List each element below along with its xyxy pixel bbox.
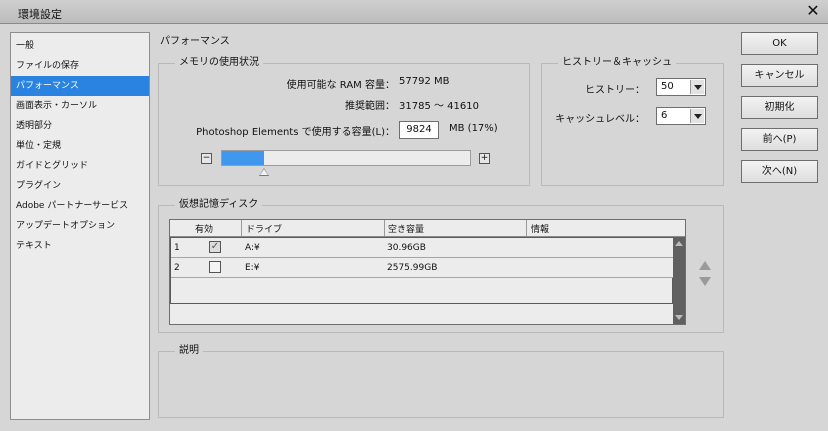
available-ram-value: 57792 MB [399,76,450,87]
table-row[interactable]: 2 E:¥ 2575.99GB [171,258,674,278]
ok-button[interactable]: OK [741,32,818,55]
column-header-info[interactable]: 情報 [531,222,549,235]
sidebar-item-transparency[interactable]: 透明部分 [11,116,149,136]
scroll-up-icon[interactable] [675,241,683,246]
sidebar-item-saving-files[interactable]: ファイルの保存 [11,56,149,76]
cache-levels-select[interactable]: 6 [656,107,706,125]
memory-usage-group: メモリの使用状況 使用可能な RAM 容量： 57792 MB 推奨範囲： 31… [158,57,530,186]
column-header-enabled[interactable]: 有効 [195,222,213,235]
next-button[interactable]: 次へ(N) [741,160,818,183]
chevron-down-icon[interactable] [690,80,704,94]
memory-usage-unit: MB (17%) [449,123,498,134]
available-ram-label: 使用可能な RAM 容量： [286,80,395,91]
cancel-button[interactable]: キャンセル [741,64,818,87]
history-cache-legend: ヒストリー＆キャッシュ [558,57,676,69]
enabled-checkbox[interactable] [209,261,221,273]
table-header: 有効 ドライブ 空き容量 情報 [170,220,685,237]
sidebar-item-general[interactable]: 一般 [11,36,149,56]
memory-slider-track[interactable] [221,150,471,166]
scroll-down-icon[interactable] [675,315,683,320]
history-states-value: 50 [661,81,674,92]
move-down-icon[interactable] [699,277,711,286]
cache-levels-label: キャッシュレベル： [555,114,645,125]
drive-cell: E:¥ [245,263,260,273]
row-number: 1 [174,243,180,253]
table-row[interactable]: 1 ✓ A:¥ 30.96GB [171,238,674,258]
ideal-range-label: 推奨範囲： [345,101,395,112]
sidebar-item-adobe-partner-services[interactable]: Adobe パートナーサービス [11,196,149,216]
memory-slider-handle[interactable] [259,168,269,176]
memory-usage-input[interactable]: 9824 [399,121,439,139]
sidebar-item-type[interactable]: テキスト [11,236,149,256]
sidebar-item-update-options[interactable]: アップデートオプション [11,216,149,236]
column-header-free-space[interactable]: 空き容量 [388,222,424,235]
sidebar-item-units-rulers[interactable]: 単位・定規 [11,136,149,156]
close-icon[interactable]: ✕ [804,2,822,20]
section-title: パフォーマンス [160,36,230,47]
memory-increase-button[interactable]: + [479,153,490,164]
free-space-cell: 30.96GB [387,243,426,253]
scratch-disks-legend: 仮想記憶ディスク [175,199,263,211]
memory-decrease-button[interactable]: − [201,153,212,164]
memory-usage-label: Photoshop Elements で使用する容量(L)： [196,127,395,138]
table-body: 1 ✓ A:¥ 30.96GB 2 E:¥ 2575.99GB [170,237,674,304]
sidebar-item-performance[interactable]: パフォーマンス [11,76,149,96]
enabled-checkbox[interactable]: ✓ [209,241,221,253]
memory-usage-legend: メモリの使用状況 [175,57,263,69]
free-space-cell: 2575.99GB [387,263,438,273]
sidebar-item-display-cursors[interactable]: 画面表示・カーソル [11,96,149,116]
scratch-disks-table: 有効 ドライブ 空き容量 情報 1 ✓ A:¥ 30.96GB 2 E:¥ 25… [169,219,686,325]
drive-cell: A:¥ [245,243,260,253]
move-up-icon[interactable] [699,261,711,270]
row-number: 2 [174,263,180,273]
sidebar-item-plugins[interactable]: プラグイン [11,176,149,196]
history-states-label: ヒストリー： [585,85,645,96]
chevron-down-icon[interactable] [690,109,704,123]
history-cache-group: ヒストリー＆キャッシュ ヒストリー： 50 キャッシュレベル： 6 [541,57,724,186]
scratch-disks-group: 仮想記憶ディスク 有効 ドライブ 空き容量 情報 1 ✓ A:¥ 30.96GB… [158,199,724,333]
window-title: 環境設定 [18,8,62,21]
preferences-sidebar: 一般 ファイルの保存 パフォーマンス 画面表示・カーソル 透明部分 単位・定規 … [10,32,150,420]
title-bar: 環境設定 ✕ [0,0,828,24]
ideal-range-value: 31785 〜 41610 [399,101,479,112]
column-header-drive[interactable]: ドライブ [246,222,282,235]
description-group: 説明 [158,345,724,418]
history-states-select[interactable]: 50 [656,78,706,96]
description-legend: 説明 [175,345,203,357]
reset-button[interactable]: 初期化 [741,96,818,119]
sidebar-item-guides-grid[interactable]: ガイドとグリッド [11,156,149,176]
memory-slider-fill [222,151,264,165]
table-scrollbar[interactable] [673,237,685,324]
prev-button[interactable]: 前へ(P) [741,128,818,151]
cache-levels-value: 6 [661,110,668,121]
